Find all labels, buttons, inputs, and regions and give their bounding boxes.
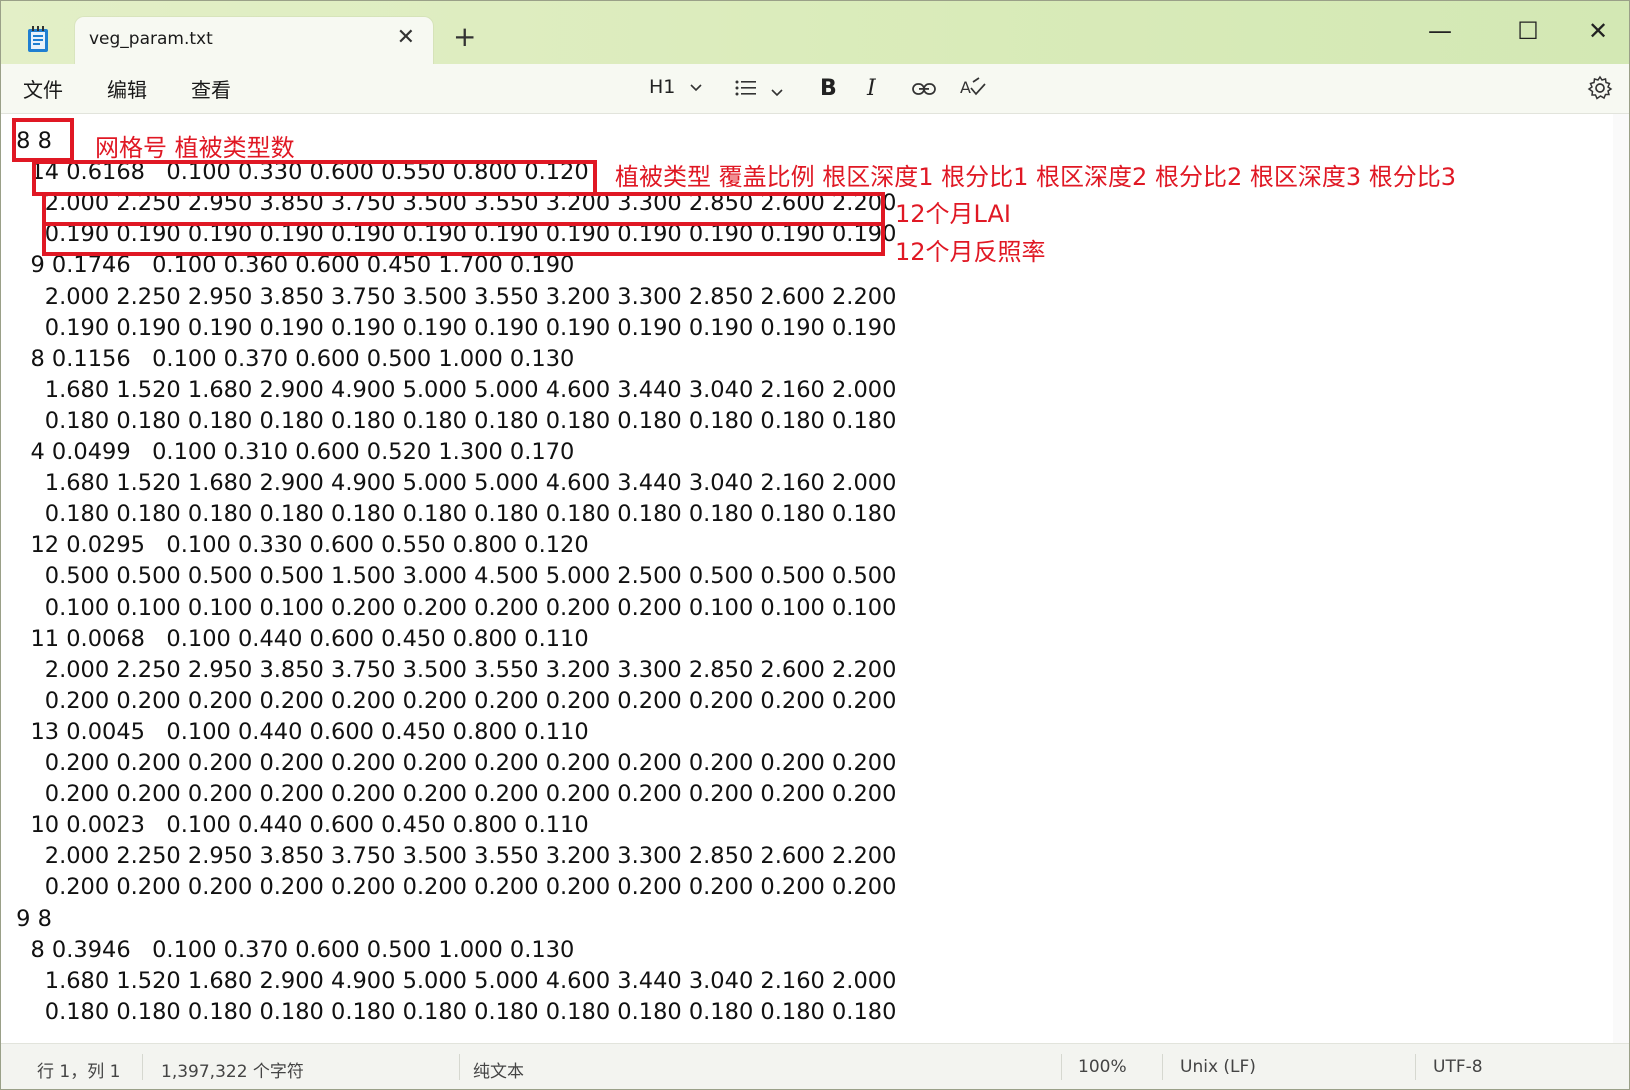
text-line: 8 0.1156 0.100 0.370 0.600 0.500 1.000 0… (9, 345, 575, 372)
link-icon[interactable] (911, 79, 937, 99)
annotation-veg-params: 植被类型 覆盖比例 根区深度1 根分比1 根区深度2 根分比2 根区深度3 根分… (615, 163, 1457, 191)
text-line: 0.180 0.180 0.180 0.180 0.180 0.180 0.18… (9, 998, 897, 1025)
highlight-box-lai (42, 192, 885, 226)
spellcheck-icon[interactable]: A (959, 76, 987, 102)
status-divider (142, 1054, 143, 1080)
text-line: 0.190 0.190 0.190 0.190 0.190 0.190 0.19… (9, 314, 897, 341)
annotation-albedo: 12个月反照率 (895, 238, 1046, 266)
encoding[interactable]: UTF-8 (1433, 1057, 1483, 1077)
gear-icon[interactable] (1587, 75, 1613, 101)
text-line: 2.000 2.250 2.950 3.850 3.750 3.500 3.55… (9, 283, 897, 310)
text-line: 10 0.0023 0.100 0.440 0.600 0.450 0.800 … (9, 812, 589, 839)
notepad-window: veg_param.txt ✕ + — ☐ ✕ 文件 编辑 查看 H1 B I (0, 0, 1630, 1090)
text-line: 12 0.0295 0.100 0.330 0.600 0.550 0.800 … (9, 532, 589, 559)
highlight-box-veg-params (32, 160, 597, 196)
highlight-box-albedo (42, 222, 885, 256)
text-line: 0.180 0.180 0.180 0.180 0.180 0.180 0.18… (9, 407, 897, 434)
menu-file[interactable]: 文件 (23, 74, 63, 103)
text-line: 9 8 (9, 905, 52, 932)
menu-view[interactable]: 查看 (191, 74, 231, 103)
text-line: 2.000 2.250 2.950 3.850 3.750 3.500 3.55… (9, 843, 897, 870)
text-line: 0.200 0.200 0.200 0.200 0.200 0.200 0.20… (9, 874, 897, 901)
status-divider (1061, 1054, 1062, 1080)
status-divider (459, 1054, 460, 1080)
maximize-button[interactable]: ☐ (1504, 11, 1552, 51)
menu-edit[interactable]: 编辑 (107, 74, 147, 103)
close-window-button[interactable]: ✕ (1574, 11, 1622, 51)
status-divider (1415, 1054, 1416, 1080)
text-line: 1.680 1.520 1.680 2.900 4.900 5.000 5.00… (9, 967, 897, 994)
text-line: 1.680 1.520 1.680 2.900 4.900 5.000 5.00… (9, 376, 897, 403)
text-line: 0.500 0.500 0.500 0.500 1.500 3.000 4.50… (9, 563, 897, 590)
italic-button[interactable]: I (867, 76, 876, 101)
text-line: 0.200 0.200 0.200 0.200 0.200 0.200 0.20… (9, 687, 897, 714)
text-line: 13 0.0045 0.100 0.440 0.600 0.450 0.800 … (9, 718, 589, 745)
text-line: 11 0.0068 0.100 0.440 0.600 0.450 0.800 … (9, 625, 589, 652)
status-bar: 行 1，列 1 1,397,322 个字符 纯文本 100% Unix (LF)… (1, 1043, 1629, 1089)
annotation-lai: 12个月LAI (895, 200, 1011, 228)
text-line: 4 0.0499 0.100 0.310 0.600 0.520 1.300 0… (9, 439, 575, 465)
text-line: 2.000 2.250 2.950 3.850 3.750 3.500 3.55… (9, 656, 897, 683)
notepad-icon (28, 26, 48, 52)
heading-dropdown[interactable]: H1 (649, 76, 703, 98)
list-dropdown[interactable] (734, 78, 784, 103)
status-divider (1162, 1054, 1163, 1080)
list-icon (735, 80, 756, 96)
text-line: 9 0.1746 0.100 0.360 0.600 0.450 1.700 0… (9, 252, 575, 279)
line-ending[interactable]: Unix (LF) (1180, 1057, 1256, 1077)
format-indicator[interactable]: 纯文本 (473, 1057, 524, 1082)
zoom-level[interactable]: 100% (1078, 1057, 1127, 1077)
highlight-box-grid-header (12, 118, 74, 162)
text-editor[interactable]: 8 8 14 0.6168 0.100 0.330 0.600 0.550 0.… (1, 114, 1611, 1043)
svg-text:A: A (960, 78, 971, 97)
minimize-button[interactable]: — (1416, 11, 1464, 51)
close-tab-icon[interactable]: ✕ (397, 25, 415, 50)
heading-label: H1 (649, 76, 676, 98)
menu-bar: 文件 编辑 查看 H1 B I A (1, 64, 1629, 114)
tab-veg-param[interactable]: veg_param.txt ✕ (75, 17, 433, 65)
text-line: 0.200 0.200 0.200 0.200 0.200 0.200 0.20… (9, 750, 897, 776)
text-line: 0.200 0.200 0.200 0.200 0.200 0.200 0.20… (9, 781, 897, 808)
cursor-position: 行 1，列 1 (37, 1062, 121, 1082)
chevron-down-icon (690, 84, 703, 92)
tab-title: veg_param.txt (89, 29, 213, 49)
title-bar: veg_param.txt ✕ + — ☐ ✕ (1, 1, 1629, 65)
text-line: 1.680 1.520 1.680 2.900 4.900 5.000 5.00… (9, 470, 897, 497)
text-line: 0.100 0.100 0.100 0.100 0.200 0.200 0.20… (9, 594, 897, 621)
vertical-scrollbar[interactable] (1613, 114, 1629, 1043)
text-line: 8 0.3946 0.100 0.370 0.600 0.500 1.000 0… (9, 936, 575, 963)
chevron-down-icon (771, 89, 783, 97)
new-tab-button[interactable]: + (453, 23, 476, 51)
character-count: 1,397,322 个字符 (161, 1062, 304, 1082)
bold-button[interactable]: B (820, 76, 837, 101)
text-line: 0.180 0.180 0.180 0.180 0.180 0.180 0.18… (9, 501, 897, 528)
annotation-grid-header: 网格号 植被类型数 (95, 134, 295, 162)
